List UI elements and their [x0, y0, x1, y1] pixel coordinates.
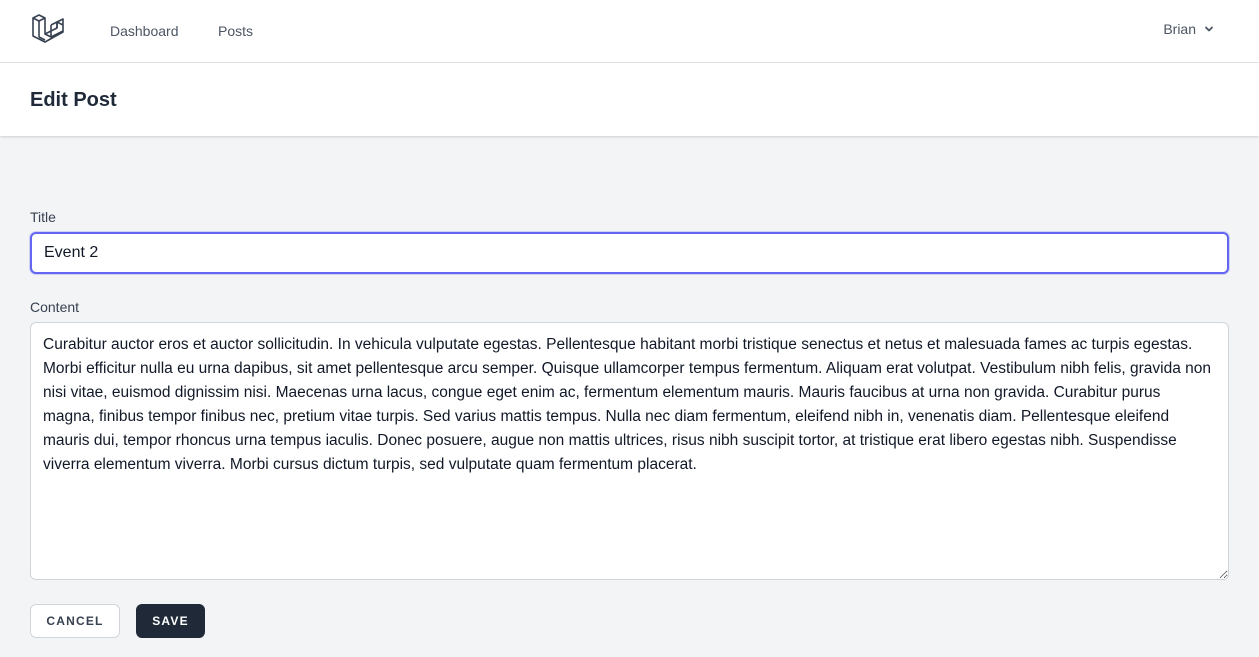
top-navbar: Dashboard Posts Brian	[0, 0, 1259, 63]
title-input[interactable]	[30, 232, 1229, 274]
save-button[interactable]: Save	[136, 604, 205, 638]
title-label: Title	[30, 209, 56, 225]
page-title: Edit Post	[30, 89, 117, 111]
content-textarea[interactable]: Curabitur auctor eros et auctor sollicit…	[30, 322, 1229, 580]
page-header: Edit Post	[0, 63, 1259, 136]
content-label: Content	[30, 299, 80, 315]
nav-link-dashboard[interactable]: Dashboard	[110, 22, 179, 40]
user-name: Brian	[1163, 21, 1196, 37]
chevron-down-icon	[1202, 22, 1216, 36]
laravel-logo-icon[interactable]	[31, 12, 67, 48]
cancel-button[interactable]: Cancel	[30, 604, 120, 638]
nav-link-posts[interactable]: Posts	[218, 22, 253, 40]
user-menu-button[interactable]: Brian	[1163, 21, 1216, 37]
